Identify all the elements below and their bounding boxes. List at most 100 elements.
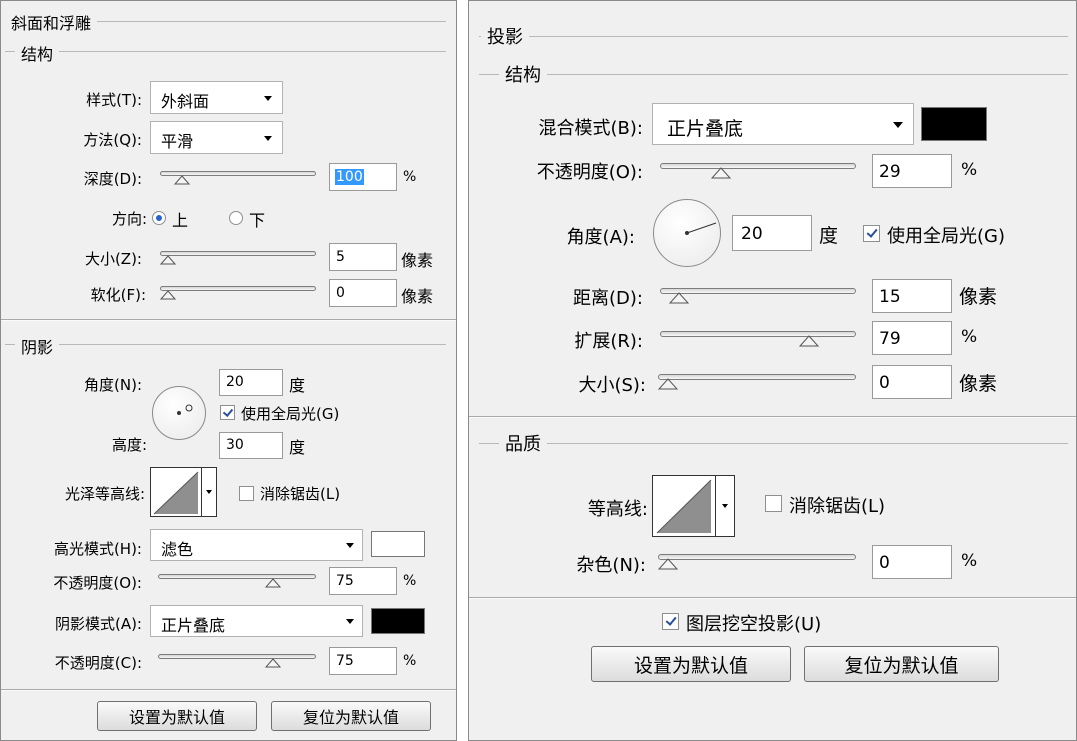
- opacity-slider-track: [660, 163, 856, 169]
- angle-input[interactable]: 20: [219, 369, 283, 396]
- angle-value: 20: [226, 374, 244, 390]
- section-separator: [1, 319, 456, 321]
- direction-down-radio[interactable]: [229, 211, 243, 225]
- opacity-value: 29: [879, 162, 901, 182]
- angle-dial-indicator-icon: [685, 222, 717, 235]
- shadow-color-swatch[interactable]: [371, 608, 425, 634]
- make-default-button[interactable]: 设置为默认值: [591, 646, 791, 682]
- contour-dropdown-arrow[interactable]: [715, 476, 734, 536]
- shadow-mode-label: 阴影模式(A):: [54, 615, 142, 633]
- angle-dial-indicator-icon: [177, 404, 193, 415]
- spread-value: 79: [879, 329, 901, 349]
- altitude-input[interactable]: 30: [219, 432, 283, 459]
- depth-slider[interactable]: [160, 171, 316, 189]
- shadow-opacity-track: [158, 654, 316, 659]
- size-unit: 像素: [401, 251, 434, 270]
- shadow-opacity-slider[interactable]: [158, 654, 316, 672]
- distance-label: 距离(D):: [573, 288, 643, 309]
- noise-slider[interactable]: [658, 554, 856, 574]
- highlight-opacity-unit: %: [403, 573, 417, 589]
- use-global-light-checkbox[interactable]: [863, 225, 880, 242]
- size-slider-track: [658, 374, 856, 380]
- distance-value: 15: [879, 287, 901, 307]
- distance-input[interactable]: 15: [872, 279, 952, 313]
- spread-unit: %: [961, 327, 978, 347]
- chevron-down-icon: [264, 136, 272, 141]
- highlight-opacity-track: [158, 574, 316, 579]
- angle-dial[interactable]: [152, 386, 206, 440]
- drop-shadow-panel: 投影 结构 混合模式(B): 正片叠底 不透明度(O): 29 % 角度(A):…: [468, 0, 1077, 741]
- noise-input[interactable]: 0: [872, 545, 952, 579]
- soften-value: 0: [336, 285, 345, 301]
- shadow-color-swatch[interactable]: [921, 107, 987, 141]
- soften-label: 软化(F):: [90, 286, 146, 304]
- depth-unit: %: [403, 169, 417, 185]
- size-slider[interactable]: [658, 374, 856, 394]
- gloss-contour-label: 光泽等高线:: [64, 485, 145, 503]
- bevel-emboss-panel: 斜面和浮雕 结构 样式(T): 外斜面 方法(Q): 平滑 深度(D): 100…: [0, 0, 457, 741]
- angle-dial[interactable]: [653, 199, 721, 267]
- contour-picker[interactable]: [652, 475, 735, 537]
- size-input[interactable]: 5: [329, 243, 397, 271]
- section-separator: [469, 597, 1076, 599]
- technique-dropdown[interactable]: 平滑: [150, 121, 283, 154]
- shading-section-title: 阴影: [15, 334, 60, 358]
- angle-input[interactable]: 20: [732, 215, 812, 251]
- highlight-opacity-slider[interactable]: [158, 574, 316, 592]
- slider-thumb[interactable]: [264, 578, 281, 588]
- blend-mode-dropdown[interactable]: 正片叠底: [652, 103, 914, 145]
- structure-section-title: 结构: [15, 41, 60, 65]
- reset-default-button[interactable]: 复位为默认值: [804, 646, 999, 682]
- slider-thumb[interactable]: [160, 255, 176, 265]
- angle-label: 角度(A):: [566, 227, 635, 248]
- size-slider[interactable]: [160, 251, 316, 269]
- highlight-opacity-input[interactable]: 75: [329, 567, 397, 595]
- anti-aliased-checkbox[interactable]: [765, 495, 782, 512]
- gloss-anti-aliased-checkbox[interactable]: [239, 486, 254, 501]
- spread-slider[interactable]: [660, 331, 856, 351]
- slider-thumb[interactable]: [658, 378, 678, 390]
- opacity-slider[interactable]: [660, 163, 856, 183]
- size-value: 5: [336, 249, 345, 265]
- contour-label: 等高线:: [587, 499, 648, 520]
- shadow-opacity-input[interactable]: 75: [329, 647, 397, 675]
- size-input[interactable]: 0: [872, 365, 952, 399]
- structure-rule: [5, 51, 446, 52]
- use-global-light-checkbox[interactable]: [220, 405, 235, 420]
- shading-rule: [5, 344, 446, 345]
- spread-input[interactable]: 79: [872, 321, 952, 355]
- slider-thumb[interactable]: [174, 175, 190, 185]
- layer-knocks-out-label: 图层挖空投影(U): [686, 614, 822, 635]
- opacity-input[interactable]: 29: [872, 154, 952, 188]
- size-label: 大小(S):: [578, 375, 646, 396]
- soften-input[interactable]: 0: [329, 279, 397, 307]
- highlight-opacity-value: 75: [336, 573, 354, 589]
- size-label: 大小(Z):: [84, 250, 142, 268]
- slider-thumb[interactable]: [658, 558, 678, 570]
- style-dropdown[interactable]: 外斜面: [150, 81, 283, 114]
- contour-preview-icon: [153, 471, 199, 515]
- size-unit: 像素: [959, 373, 998, 395]
- make-default-button[interactable]: 设置为默认值: [97, 701, 257, 731]
- gloss-contour-picker[interactable]: [150, 467, 217, 517]
- distance-slider[interactable]: [660, 288, 856, 308]
- reset-default-button[interactable]: 复位为默认值: [271, 701, 431, 731]
- distance-slider-track: [660, 288, 856, 294]
- depth-input[interactable]: 100: [329, 163, 397, 191]
- slider-thumb[interactable]: [711, 167, 732, 179]
- slider-thumb[interactable]: [668, 292, 689, 304]
- layer-knocks-out-checkbox[interactable]: [662, 613, 679, 630]
- highlight-color-swatch[interactable]: [371, 531, 425, 557]
- shadow-opacity-unit: %: [403, 653, 417, 669]
- highlight-mode-dropdown[interactable]: 滤色: [150, 529, 363, 561]
- direction-label: 方向:: [111, 210, 147, 228]
- gloss-contour-dropdown-arrow[interactable]: [201, 468, 216, 516]
- angle-unit: 度: [289, 376, 306, 395]
- slider-thumb[interactable]: [799, 335, 820, 347]
- slider-thumb[interactable]: [264, 658, 281, 668]
- slider-thumb[interactable]: [160, 290, 176, 300]
- shadow-mode-dropdown[interactable]: 正片叠底: [150, 605, 363, 637]
- distance-unit: 像素: [959, 286, 998, 308]
- direction-up-radio[interactable]: [152, 211, 166, 225]
- soften-slider[interactable]: [160, 286, 316, 304]
